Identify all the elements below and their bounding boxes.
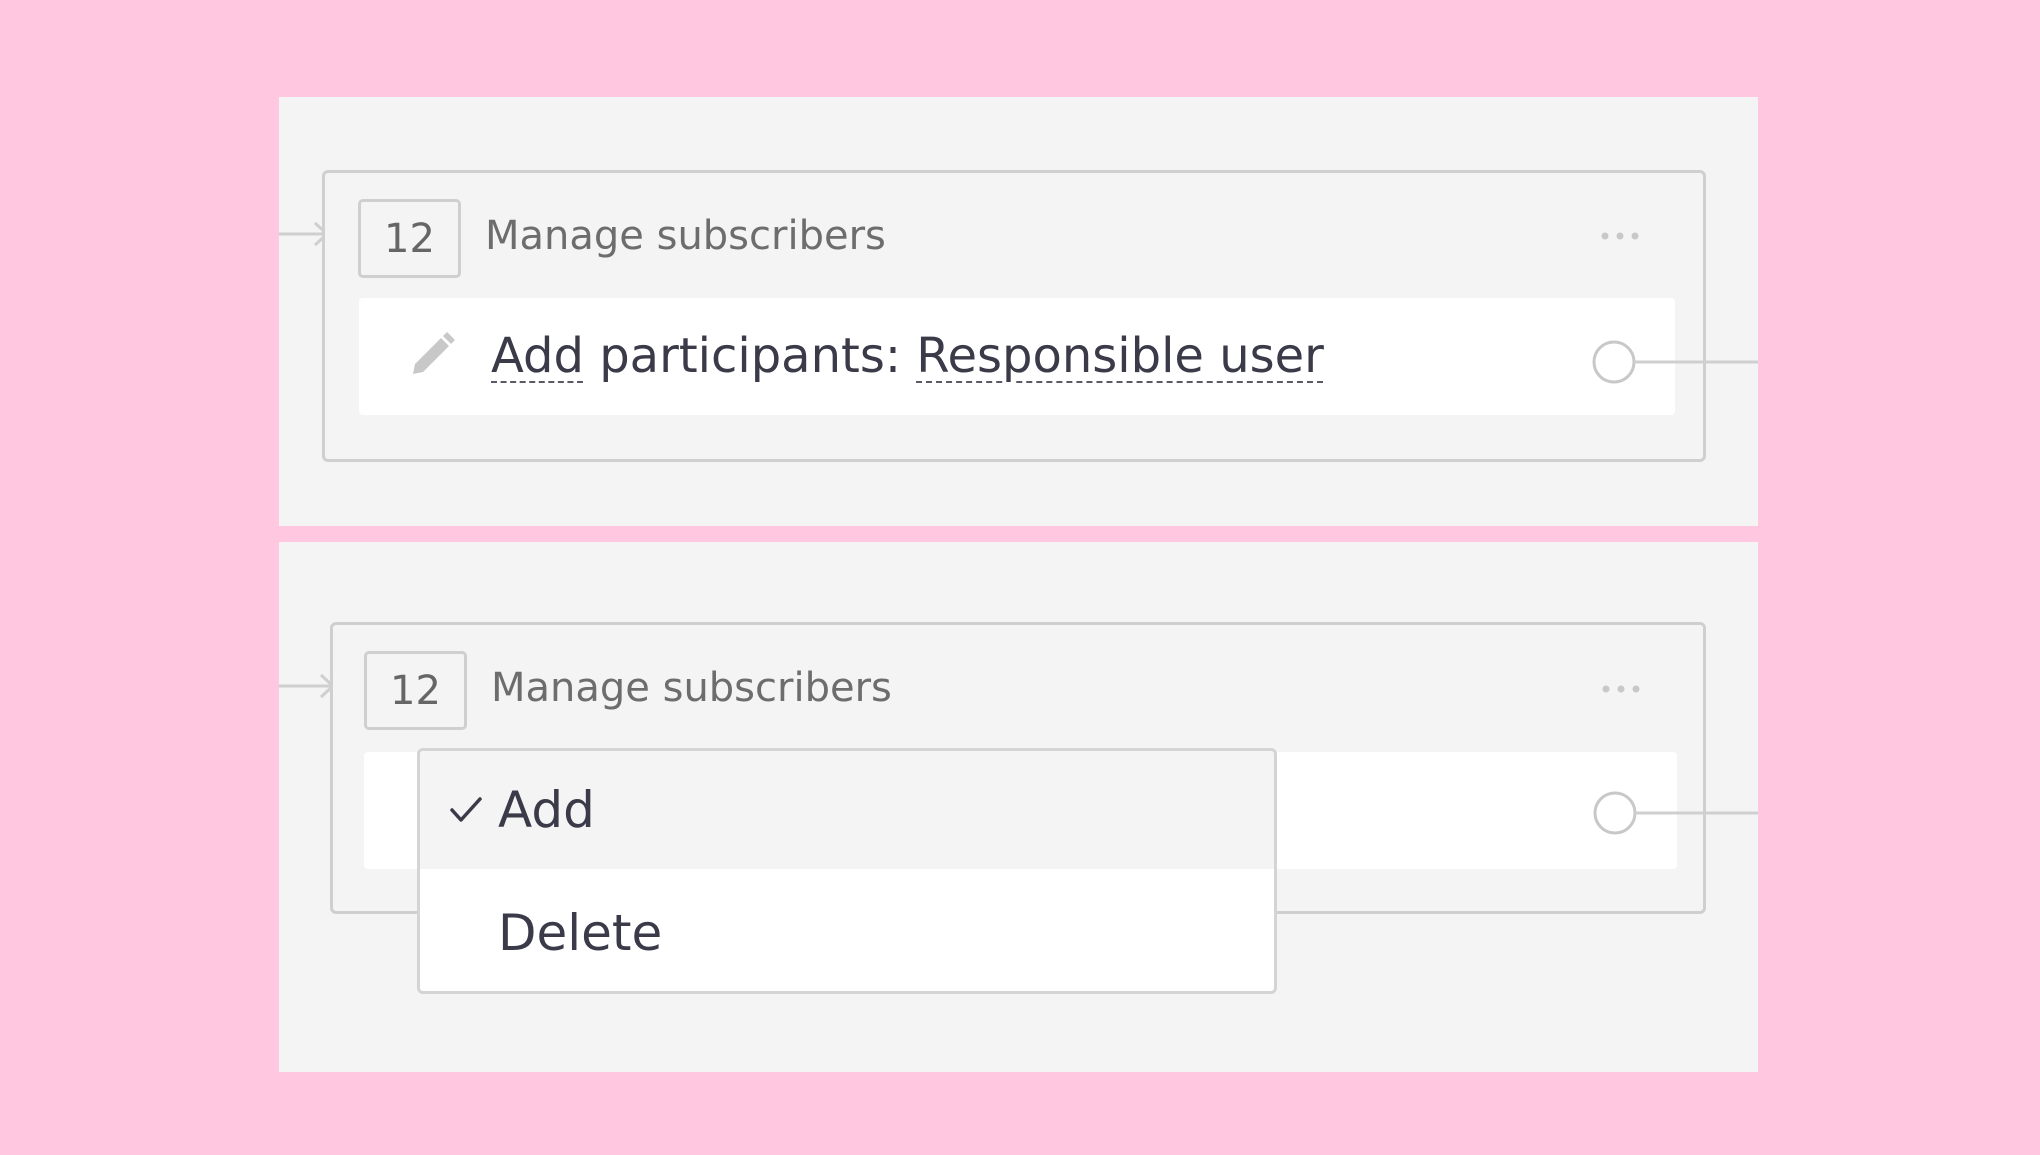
dropdown-option-label: Delete [498,904,663,962]
checkmark-icon [450,797,482,822]
workflow-node-card[interactable]: 12 Manage subscribers Add participants: … [322,170,1706,462]
action-middle-text: participants: [583,328,917,384]
dropdown-option-add[interactable]: Add [420,751,1274,869]
more-options-icon[interactable] [1601,684,1641,694]
node-title: Manage subscribers [491,665,892,711]
dropdown-option-delete[interactable]: Delete [420,874,1274,991]
action-type-dropdown[interactable]: Add Delete [417,748,1277,994]
step-number-badge: 12 [358,199,461,278]
output-port-connector-icon[interactable] [1593,788,1758,838]
more-options-icon[interactable] [1600,231,1640,241]
action-target-link[interactable]: Responsible user [916,328,1324,384]
action-verb-link[interactable]: Add [491,328,584,384]
pencil-edit-icon[interactable] [407,330,457,380]
output-port-connector-icon[interactable] [1592,337,1758,387]
node-title: Manage subscribers [485,213,886,259]
dropdown-option-label: Add [498,781,595,839]
action-description: Add participants: Responsible user [491,328,1324,384]
workflow-panel-view: 12 Manage subscribers Add participants: … [279,97,1758,526]
step-number-badge: 12 [364,651,467,730]
action-row[interactable]: Add participants: Responsible user [359,298,1675,415]
